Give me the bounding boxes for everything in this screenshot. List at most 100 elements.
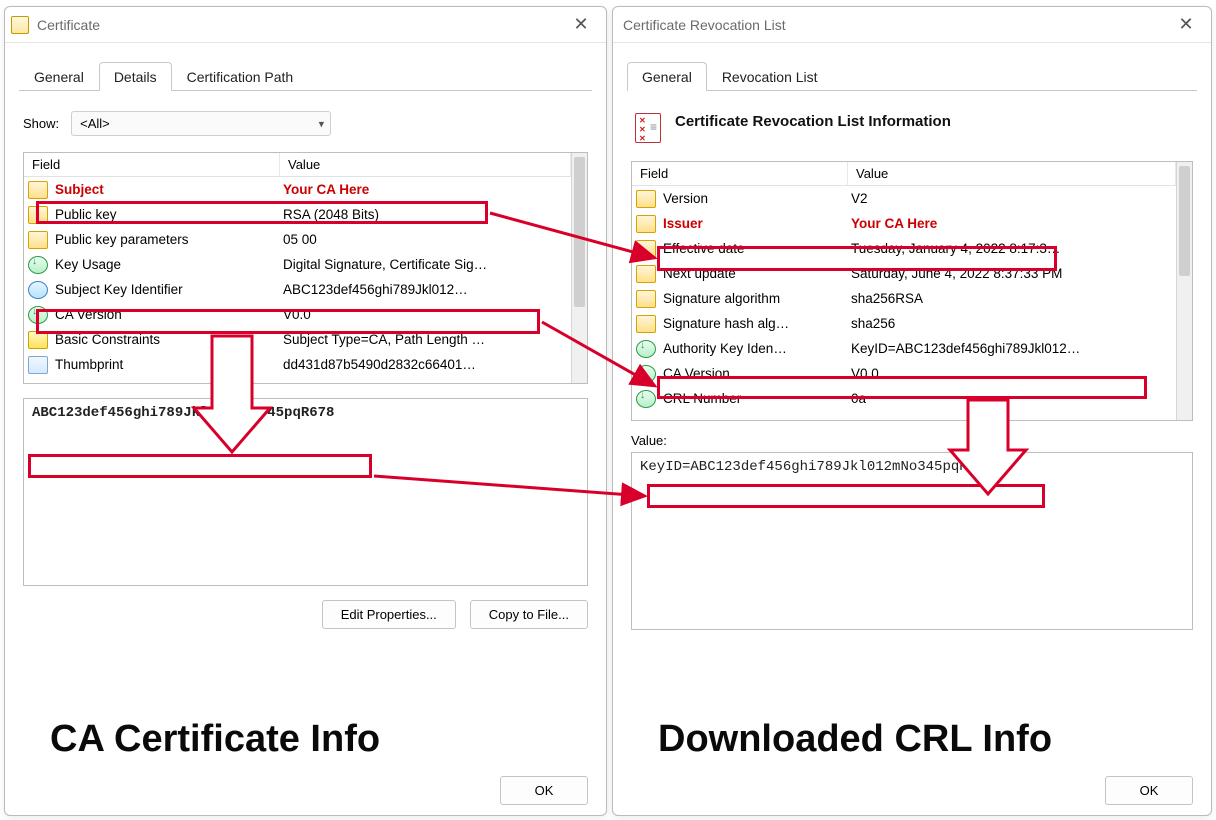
list-row[interactable]: Thumbprintdd431d87b5490d2832c66401… — [24, 352, 571, 377]
cell-field: Issuer — [659, 216, 847, 231]
list-row[interactable]: Basic ConstraintsSubject Type=CA, Path L… — [24, 327, 571, 352]
cell-field: Public key — [51, 207, 279, 222]
detail-text-right: KeyID=ABC123def456ghi789Jkl012mNo345pqR6… — [640, 459, 993, 475]
show-combobox-value: <All> — [80, 116, 110, 131]
cell-value: 0a — [847, 391, 1176, 406]
thumb-icon — [28, 356, 48, 374]
ext-icon — [28, 306, 48, 324]
list-row[interactable]: CRL Number0a — [632, 386, 1176, 411]
prop-icon — [28, 181, 48, 199]
prop-icon — [636, 215, 656, 233]
cell-field: Signature hash alg… — [659, 316, 847, 331]
cell-value: RSA (2048 Bits) — [279, 207, 571, 222]
ok-button-right[interactable]: OK — [1105, 776, 1193, 805]
cell-value: ABC123def456ghi789Jkl012… — [279, 282, 571, 297]
cell-value: Subject Type=CA, Path Length … — [279, 332, 571, 347]
scrollbar-right[interactable] — [1176, 162, 1192, 420]
crl-icon — [635, 113, 661, 143]
cell-field: Effective date — [659, 241, 847, 256]
list-row[interactable]: CA VersionV0.0 — [24, 302, 571, 327]
detail-textbox-left[interactable]: ABC123def456ghi789Jkl012mNo345pqR678 — [23, 398, 588, 586]
cell-value: Saturday, June 4, 2022 8:37:33 PM — [847, 266, 1176, 281]
value-label: Value: — [631, 433, 1193, 448]
prop-icon — [636, 315, 656, 333]
scrollbar-left[interactable] — [571, 153, 587, 383]
list-row[interactable]: CA VersionV0.0 — [632, 361, 1176, 386]
caption-right: Downloaded CRL Info — [658, 718, 1052, 761]
tabstrip-right: General Revocation List — [613, 43, 1211, 90]
cell-value: V2 — [847, 191, 1176, 206]
cell-field: Public key parameters — [51, 232, 279, 247]
show-label: Show: — [23, 116, 59, 131]
tab-certpath-left[interactable]: Certification Path — [172, 62, 309, 91]
close-button-left[interactable]: ✕ — [564, 11, 598, 39]
crl-dialog: Certificate Revocation List ✕ General Re… — [612, 6, 1212, 816]
ok-button-left[interactable]: OK — [500, 776, 588, 805]
cell-field: Subject — [51, 182, 279, 197]
list-row[interactable]: Authority Key Iden…KeyID=ABC123def456ghi… — [632, 336, 1176, 361]
crl-info-title: Certificate Revocation List Information — [675, 113, 951, 130]
list-row[interactable]: Signature algorithmsha256RSA — [632, 286, 1176, 311]
detail-text-left: ABC123def456ghi789Jkl012mNo345pqR678 — [32, 405, 334, 421]
certificate-icon — [11, 16, 29, 34]
window-title-right: Certificate Revocation List — [619, 17, 1169, 33]
cell-value: V0.0 — [279, 307, 571, 322]
field-listbox-right[interactable]: Field Value VersionV2IssuerYour CA HereE… — [631, 161, 1193, 421]
list-row[interactable]: Effective dateTuesday, January 4, 2022 8… — [632, 236, 1176, 261]
cell-field: Thumbprint — [51, 357, 279, 372]
caption-left: CA Certificate Info — [50, 718, 380, 761]
titlebar-right: Certificate Revocation List ✕ — [613, 7, 1211, 43]
cell-value: Tuesday, January 4, 2022 8:17:3… — [847, 241, 1176, 256]
ext-icon — [636, 390, 656, 408]
list-row[interactable]: VersionV2 — [632, 186, 1176, 211]
prop-icon — [636, 265, 656, 283]
detail-textbox-right[interactable]: KeyID=ABC123def456ghi789Jkl012mNo345pqR6… — [631, 452, 1193, 630]
list-row[interactable]: Key UsageDigital Signature, Certificate … — [24, 252, 571, 277]
list-row[interactable]: Signature hash alg…sha256 — [632, 311, 1176, 336]
cell-value: Digital Signature, Certificate Sig… — [279, 257, 571, 272]
list-row[interactable]: Public key parameters05 00 — [24, 227, 571, 252]
col-header-value-left[interactable]: Value — [280, 153, 571, 176]
list-row[interactable]: Public keyRSA (2048 Bits) — [24, 202, 571, 227]
list-row[interactable]: Next updateSaturday, June 4, 2022 8:37:3… — [632, 261, 1176, 286]
cell-value: Your CA Here — [279, 182, 571, 197]
edit-properties-button[interactable]: Edit Properties... — [322, 600, 456, 629]
ext-icon — [636, 365, 656, 383]
prop-icon — [28, 206, 48, 224]
cell-field: Signature algorithm — [659, 291, 847, 306]
col-header-field-right[interactable]: Field — [632, 162, 848, 185]
tab-revlist-right[interactable]: Revocation List — [707, 62, 833, 91]
col-header-value-right[interactable]: Value — [848, 162, 1176, 185]
window-title-left: Certificate — [33, 17, 564, 33]
titlebar-left: Certificate ✕ — [5, 7, 606, 43]
tabstrip-left: General Details Certification Path — [5, 43, 606, 90]
show-combobox[interactable]: <All> ▾ — [71, 111, 331, 136]
col-header-field-left[interactable]: Field — [24, 153, 280, 176]
field-listbox-left[interactable]: Field Value SubjectYour CA HerePublic ke… — [23, 152, 588, 384]
cell-value: dd431d87b5490d2832c66401… — [279, 357, 571, 372]
cell-field: Key Usage — [51, 257, 279, 272]
prop-icon — [636, 290, 656, 308]
warn-icon — [28, 331, 48, 349]
close-button-right[interactable]: ✕ — [1169, 11, 1203, 39]
cell-field: CA Version — [51, 307, 279, 322]
tab-details-left[interactable]: Details — [99, 62, 172, 91]
list-row[interactable]: IssuerYour CA Here — [632, 211, 1176, 236]
prop-icon — [28, 231, 48, 249]
cell-value: sha256 — [847, 316, 1176, 331]
list-row[interactable]: Subject Key IdentifierABC123def456ghi789… — [24, 277, 571, 302]
cell-field: CA Version — [659, 366, 847, 381]
cell-field: CRL Number — [659, 391, 847, 406]
cell-value: V0.0 — [847, 366, 1176, 381]
cell-field: Next update — [659, 266, 847, 281]
cell-value: 05 00 — [279, 232, 571, 247]
list-row[interactable]: SubjectYour CA Here — [24, 177, 571, 202]
copy-to-file-button[interactable]: Copy to File... — [470, 600, 588, 629]
tab-general-left[interactable]: General — [19, 62, 99, 91]
cell-value: sha256RSA — [847, 291, 1176, 306]
chevron-down-icon: ▾ — [319, 117, 325, 130]
tab-general-right[interactable]: General — [627, 62, 707, 91]
cell-value: Your CA Here — [847, 216, 1176, 231]
cell-value: KeyID=ABC123def456ghi789Jkl012… — [847, 341, 1176, 356]
cell-field: Basic Constraints — [51, 332, 279, 347]
